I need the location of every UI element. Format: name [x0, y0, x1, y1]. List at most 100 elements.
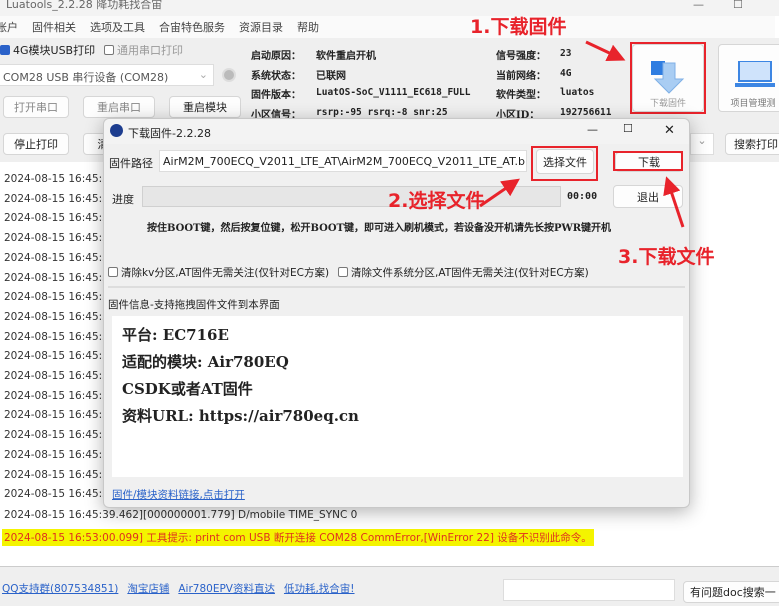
- log-line: 2024-08-15 16:45:39: [4, 271, 116, 284]
- low-power-link[interactable]: 低功耗,找合宙!: [284, 581, 355, 596]
- firmware-info-panel: 平台: EC716E 适配的模块: Air780EQ CSDK或者AT固件 资料…: [112, 316, 683, 477]
- minimize-button[interactable]: —: [693, 0, 704, 10]
- menu-help[interactable]: 帮助: [297, 19, 319, 35]
- menu-resources[interactable]: 资源目录: [239, 19, 283, 35]
- log-line: 2024-08-15 16:45:39: [4, 429, 116, 442]
- log-line: 2024-08-15 16:45:39: [4, 468, 116, 481]
- download-firmware-dialog: 下载固件-2.2.28 — ☐ ✕ 固件路径 AirM2M_700ECQ_V20…: [103, 118, 690, 508]
- qq-group-link[interactable]: QQ支持群(807534851): [2, 581, 118, 596]
- air780epv-link[interactable]: Air780EPV资料直达: [178, 581, 275, 596]
- log-line: 2024-08-15 16:45:39: [4, 389, 116, 402]
- restart-module-button[interactable]: 重启模块: [169, 96, 241, 118]
- status-label: 软件类型：: [496, 90, 546, 101]
- log-line: 2024-08-15 16:45:39: [4, 448, 116, 461]
- taobao-link[interactable]: 淘宝店铺: [127, 581, 169, 596]
- stop-print-button[interactable]: 停止打印: [3, 133, 69, 155]
- com-port-value: COM28 USB 串行设备 (COM28): [3, 71, 169, 84]
- menu-services[interactable]: 合宙特色服务: [159, 19, 225, 35]
- chevron-down-icon: ⌄: [198, 68, 208, 81]
- status-label: 系统状态：: [251, 71, 301, 82]
- info-label: 固件信息-支持拖拽固件文件到本界面: [108, 299, 280, 311]
- serial-print-checkbox[interactable]: 通用串口打印: [104, 42, 183, 58]
- log-line: 2024-08-15 16:45:39.462][000000001.779] …: [4, 509, 358, 521]
- serial-print-label: 通用串口打印: [117, 44, 183, 57]
- laptop-icon: [735, 61, 775, 87]
- open-port-button[interactable]: 打开串口: [3, 96, 69, 118]
- log-line: 2024-08-15 16:45:38: [4, 173, 116, 185]
- menu-account[interactable]: 账户: [0, 19, 18, 35]
- project-manage-label: 项目管理测: [730, 99, 776, 109]
- dialog-title: 下载固件-2.2.28: [128, 127, 211, 140]
- info-platform: 平台: EC716E: [122, 326, 229, 344]
- doc-search-input[interactable]: [503, 579, 675, 601]
- menu-options[interactable]: 选项及工具: [90, 19, 145, 35]
- exit-button[interactable]: 退出: [613, 185, 683, 208]
- status-label: 当前网络：: [496, 71, 546, 82]
- highlight-box: [630, 42, 706, 114]
- log-line: 2024-08-15 16:45:39: [4, 350, 116, 363]
- log-line: 2024-08-15 16:45:39: [4, 212, 116, 225]
- menu-firmware[interactable]: 固件相关: [32, 19, 76, 35]
- info-module: 适配的模块: Air780EQ: [122, 353, 289, 371]
- window-title-bar: Luatools_2.2.28 降功耗找合宙 — ☐: [0, 0, 779, 16]
- progress-bar: [142, 186, 561, 207]
- usb-print-checkbox[interactable]: 4G模块USB打印: [0, 42, 95, 58]
- firmware-docs-link[interactable]: 固件/模块资料链接,点击打开: [112, 487, 245, 502]
- footer-bar: QQ支持群(807534851) 淘宝店铺 Air780EPV资料直达 低功耗,…: [0, 566, 779, 606]
- elapsed-time: 00:00: [567, 191, 598, 202]
- clear-fs-label: 清除文件系统分区,AT固件无需关注(仅针对EC方案): [351, 267, 589, 279]
- info-url: 资料URL: https://air780eq.cn: [122, 407, 359, 425]
- dialog-close-button[interactable]: ✕: [664, 123, 675, 138]
- log-line: 2024-08-15 16:45:39: [4, 310, 116, 323]
- status-led-icon: [222, 68, 236, 82]
- com-port-select[interactable]: COM28 USB 串行设备 (COM28) ⌄: [0, 64, 214, 86]
- info-type: CSDK或者AT固件: [122, 380, 253, 398]
- clear-kv-label: 清除kv分区,AT固件无需关注(仅针对EC方案): [121, 267, 330, 279]
- log-line: 2024-08-15 16:45:39: [4, 232, 116, 245]
- status-label: 信号强度：: [496, 51, 546, 62]
- divider: [108, 286, 685, 288]
- status-value: rsrp:-95 rsrq:-8 snr:25: [316, 107, 448, 118]
- log-line: 2024-08-15 16:45:39: [4, 409, 116, 422]
- menu-bar: 账户 固件相关 选项及工具 合宙特色服务 资源目录 帮助: [0, 16, 775, 38]
- clear-kv-checkbox[interactable]: 清除kv分区,AT固件无需关注(仅针对EC方案): [108, 265, 329, 280]
- status-value: 已联网: [316, 71, 346, 82]
- dialog-maximize-button[interactable]: ☐: [623, 122, 633, 135]
- status-value: 软件重启开机: [316, 51, 376, 62]
- status-value: 4G: [560, 68, 572, 79]
- project-manage-button[interactable]: 项目管理测: [718, 44, 779, 112]
- highlight-box: [531, 146, 598, 181]
- dialog-minimize-button[interactable]: —: [587, 123, 598, 136]
- path-label: 固件路径: [109, 157, 153, 170]
- annotation-step2: 2.选择文件: [388, 190, 485, 212]
- dialog-title-bar: 下载固件-2.2.28 — ☐ ✕: [104, 119, 689, 144]
- maximize-button[interactable]: ☐: [733, 0, 743, 10]
- chevron-down-icon[interactable]: ⌄: [690, 133, 714, 155]
- firmware-path-input[interactable]: AirM2M_700ECQ_V2011_LTE_AT\AirM2M_700ECQ…: [159, 150, 527, 172]
- highlight-box: [613, 151, 683, 171]
- status-value: luatos: [560, 87, 595, 98]
- status-value: LuatOS-SoC_V1111_EC618_FULL: [316, 87, 471, 98]
- instruction-text: 按住BOOT键，然后按复位键，松开BOOT键，即可进入刷机模式，若设备没开机请先…: [147, 223, 612, 234]
- log-line: 2024-08-15 16:45:39: [4, 330, 116, 343]
- log-line: 2024-08-15 16:45:39: [4, 251, 116, 264]
- log-line: 2024-08-15 16:45:39: [4, 291, 116, 304]
- log-error-line: 2024-08-15 16:53:00.099] 工具提示: print com…: [2, 529, 594, 546]
- status-label: 启动原因：: [251, 51, 301, 62]
- app-logo-icon: [110, 124, 123, 137]
- status-label: 固件版本：: [251, 90, 301, 101]
- restart-port-button[interactable]: 重启串口: [83, 96, 155, 118]
- path-value: AirM2M_700ECQ_V2011_LTE_AT\AirM2M_700ECQ…: [163, 155, 527, 168]
- progress-label: 进度: [112, 193, 134, 206]
- log-line: 2024-08-15 16:45:39: [4, 192, 116, 205]
- status-value: 192756611: [560, 107, 612, 118]
- usb-print-label: 4G模块USB打印: [13, 44, 96, 57]
- doc-search-button[interactable]: 有问题doc搜索一: [683, 581, 779, 603]
- search-print-button[interactable]: 搜索打印: [725, 133, 779, 155]
- annotation-step3: 3.下载文件: [618, 246, 715, 268]
- clear-fs-checkbox[interactable]: 清除文件系统分区,AT固件无需关注(仅针对EC方案): [338, 265, 589, 280]
- window-title: Luatools_2.2.28 降功耗找合宙: [6, 0, 163, 11]
- status-value: 23: [560, 48, 572, 59]
- annotation-step1: 1.下载固件: [470, 16, 567, 38]
- log-line: 2024-08-15 16:45:39: [4, 488, 116, 501]
